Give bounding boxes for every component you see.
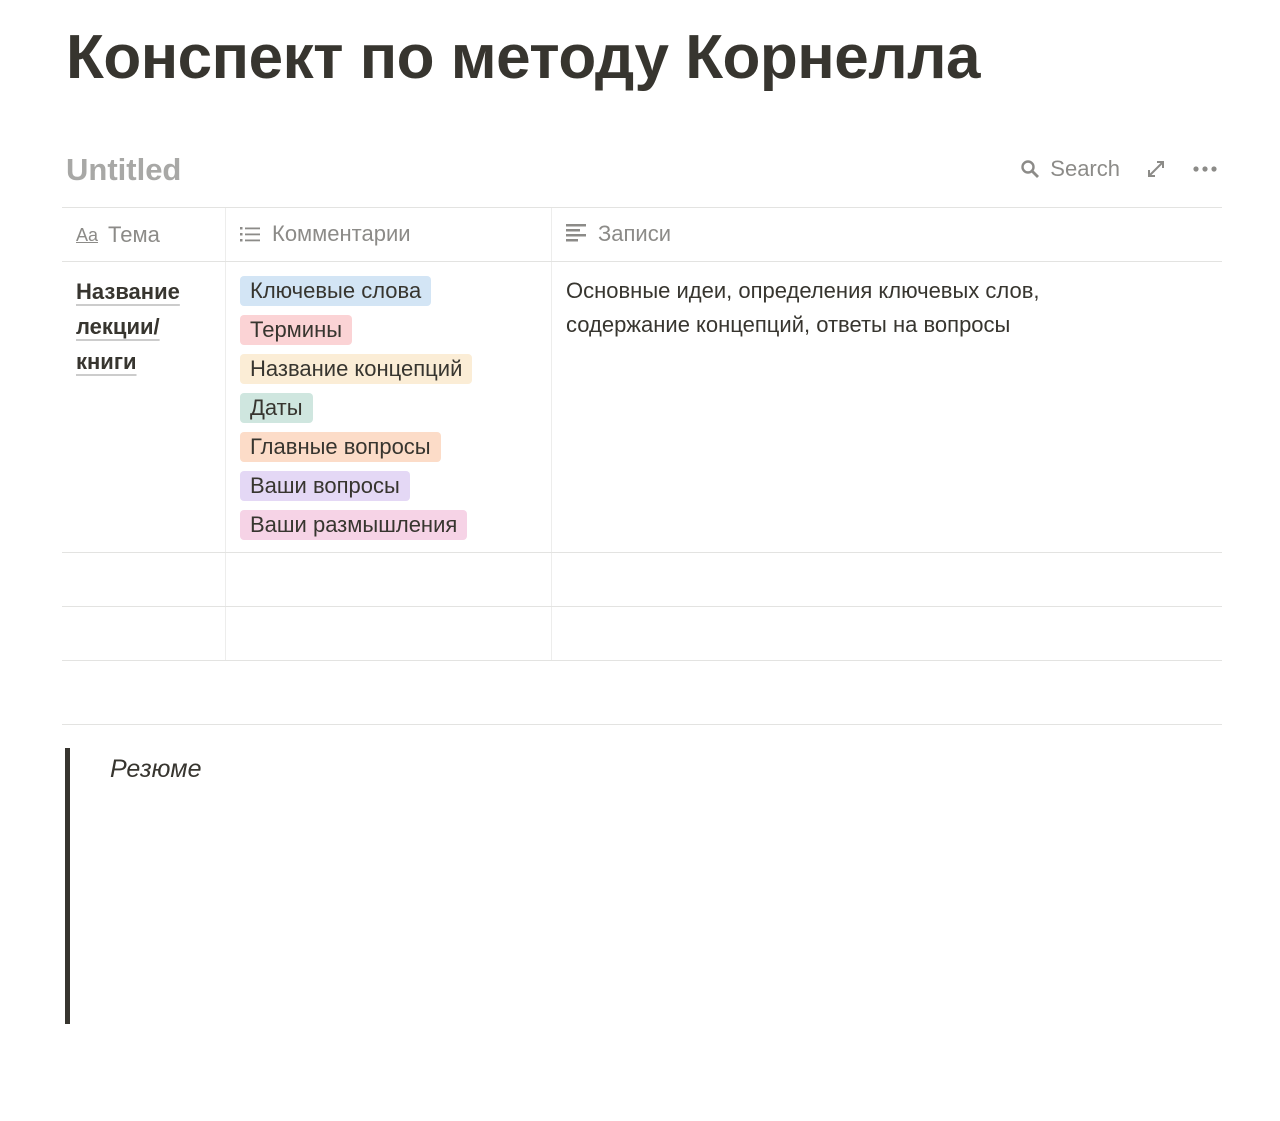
more-options-icon[interactable] bbox=[1192, 165, 1218, 173]
table-row[interactable]: Название лекции/ книги Ключевые слова Те… bbox=[62, 261, 1222, 553]
summary-heading[interactable]: Резюме bbox=[110, 755, 201, 784]
notes-cell[interactable]: Основные идеи, определения ключевых слов… bbox=[551, 261, 1222, 553]
tag-dates: Даты bbox=[240, 393, 313, 423]
table-row-empty[interactable] bbox=[62, 606, 1222, 661]
list-icon bbox=[240, 222, 264, 248]
tag-terms: Термины bbox=[240, 315, 353, 345]
column-header-comments[interactable]: Комментарии bbox=[225, 207, 552, 262]
search-icon bbox=[1021, 160, 1040, 178]
table-header: Aa Тема Комментарии Записи bbox=[62, 207, 1222, 262]
text-aa-icon: Aa bbox=[76, 225, 99, 246]
quote-bar bbox=[65, 748, 70, 1024]
tag-main-questions: Главные вопросы bbox=[240, 432, 441, 462]
column-header-notes[interactable]: Записи bbox=[551, 207, 1222, 262]
database-title[interactable]: Untitled bbox=[66, 152, 181, 188]
divider bbox=[62, 724, 1222, 725]
search-label: Search bbox=[1050, 156, 1120, 181]
tag-keywords: Ключевые слова bbox=[240, 276, 432, 306]
cornell-table: Aa Тема Комментарии Записи Название лекци… bbox=[62, 207, 1222, 661]
database-toolbar: Search bbox=[1020, 156, 1218, 182]
search-button[interactable]: Search bbox=[1020, 156, 1120, 182]
table-row-empty[interactable] bbox=[62, 552, 1222, 607]
paragraph-icon bbox=[566, 222, 590, 248]
tag-your-questions: Ваши вопросы bbox=[240, 471, 410, 501]
topic-cell[interactable]: Название лекции/ книги bbox=[76, 274, 211, 379]
tag-your-thoughts: Ваши размышления bbox=[240, 510, 468, 540]
tag-concepts: Название концепций bbox=[240, 354, 473, 384]
page-title: Конспект по методу Корнелла bbox=[66, 23, 980, 92]
expand-icon[interactable] bbox=[1146, 159, 1166, 179]
column-header-topic[interactable]: Aa Тема bbox=[62, 207, 226, 262]
comments-cell[interactable]: Ключевые слова Термины Название концепци… bbox=[225, 261, 552, 553]
